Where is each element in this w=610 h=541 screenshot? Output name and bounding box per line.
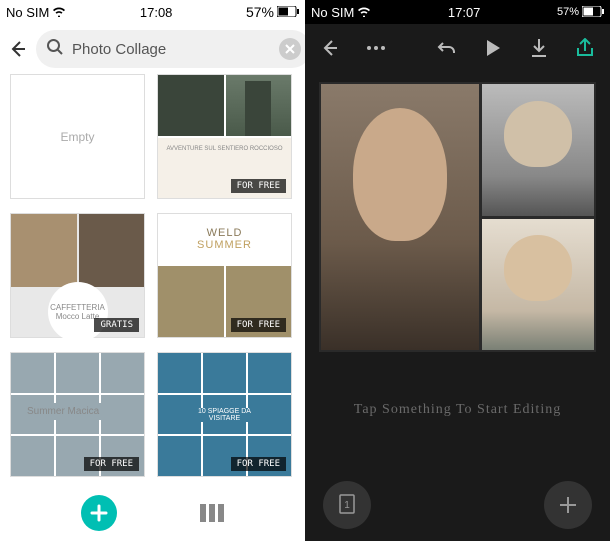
clock: 17:08: [140, 5, 173, 20]
template-label: 10 SPIAGGE DA VISITARE: [191, 408, 258, 422]
template-grid: Empty AVVENTURE SUL SENTIERO ROCCIOSO FO…: [0, 74, 305, 485]
back-button[interactable]: [319, 37, 341, 59]
bottom-nav: [0, 485, 305, 541]
template-label: Summer Macica: [21, 403, 105, 420]
free-badge: GRATIS: [94, 318, 139, 332]
add-element-button[interactable]: [544, 481, 592, 529]
wifi-icon: [52, 5, 66, 20]
template-item[interactable]: CAFFETTERIAMocco Latte GRATIS: [10, 213, 145, 338]
collage-cell[interactable]: [321, 84, 479, 350]
add-button[interactable]: [81, 495, 117, 531]
template-item[interactable]: Summer Macica FOR FREE: [10, 352, 145, 477]
collage-cell[interactable]: [482, 84, 595, 216]
search-icon: [46, 38, 64, 61]
svg-text:1: 1: [344, 500, 350, 511]
search-input[interactable]: [72, 41, 271, 58]
free-badge: FOR FREE: [231, 179, 286, 193]
share-button[interactable]: [574, 37, 596, 59]
free-badge: FOR FREE: [231, 457, 286, 471]
clear-search-button[interactable]: [279, 38, 301, 60]
battery-pct: 57%: [557, 6, 579, 18]
template-item[interactable]: 10 SPIAGGE DA VISITARE FOR FREE: [157, 352, 292, 477]
free-badge: FOR FREE: [84, 457, 139, 471]
grid-view-button[interactable]: [200, 504, 224, 522]
editor-bottom-bar: 1: [305, 481, 610, 529]
carrier-label: No SIM: [6, 5, 49, 20]
more-button[interactable]: [365, 37, 387, 59]
play-button[interactable]: [482, 37, 504, 59]
battery-pct: 57%: [246, 4, 274, 20]
download-button[interactable]: [528, 37, 550, 59]
wifi-icon: [357, 5, 371, 20]
template-label: Mocco Latte: [56, 312, 100, 321]
template-label: SUMMER: [197, 239, 252, 251]
undo-button[interactable]: [436, 37, 458, 59]
template-item[interactable]: WELDSUMMER FOR FREE: [157, 213, 292, 338]
battery-icon: [582, 5, 604, 20]
free-badge: FOR FREE: [231, 318, 286, 332]
template-empty[interactable]: Empty: [10, 74, 145, 199]
battery-icon: [277, 5, 299, 20]
status-bar: No SIM 17:07 57%: [305, 0, 610, 24]
carrier-label: No SIM: [311, 5, 354, 20]
status-bar: No SIM 17:08 57%: [0, 0, 305, 24]
editor-hint: Tap Something To Start Editing: [305, 402, 610, 418]
template-item[interactable]: AVVENTURE SUL SENTIERO ROCCIOSO FOR FREE: [157, 74, 292, 199]
editor-toolbar: [305, 24, 610, 72]
search-header: [0, 24, 305, 74]
pages-button[interactable]: 1: [323, 481, 371, 529]
collage-cell[interactable]: [482, 219, 595, 351]
template-label: Empty: [60, 130, 94, 144]
back-button[interactable]: [8, 37, 28, 61]
collage-canvas[interactable]: [319, 82, 596, 352]
search-field[interactable]: [36, 30, 305, 68]
clock: 17:07: [448, 5, 481, 20]
